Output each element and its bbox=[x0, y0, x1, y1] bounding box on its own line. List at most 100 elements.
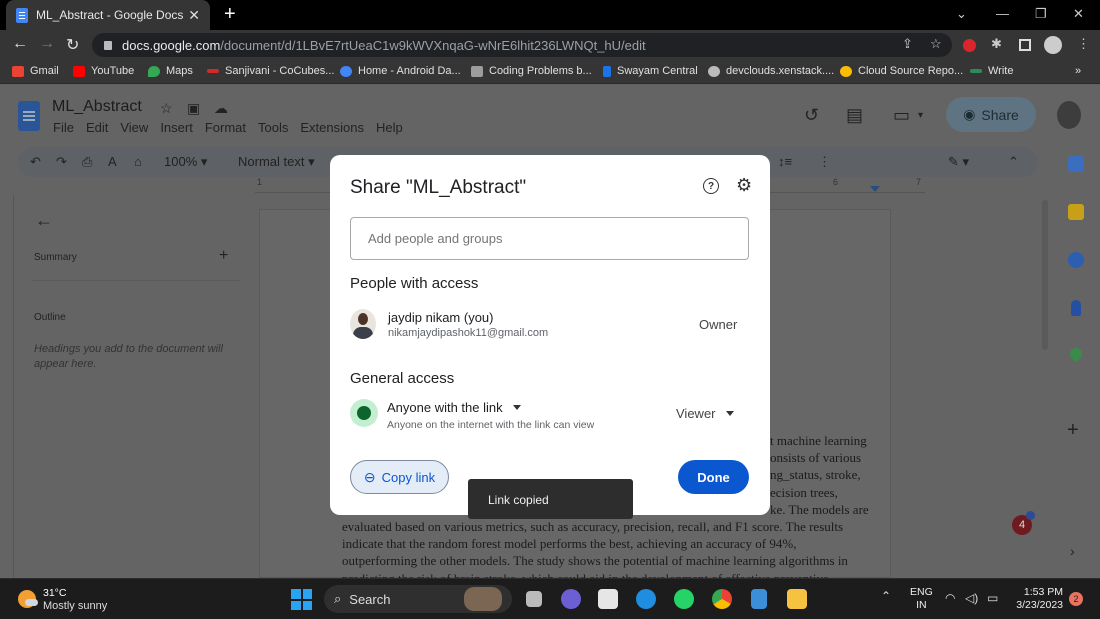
profile-avatar[interactable] bbox=[1044, 36, 1062, 54]
menu-insert[interactable]: Insert bbox=[160, 120, 193, 135]
copy-link-button[interactable]: ⊖ Copy link bbox=[350, 460, 449, 494]
comments-icon[interactable]: ▤ bbox=[846, 105, 863, 126]
move-folder-icon[interactable]: ▣ bbox=[187, 100, 200, 117]
line-spacing-icon[interactable]: ↕≡ bbox=[778, 154, 792, 169]
url-host: docs.google.com bbox=[122, 37, 221, 53]
undo-icon[interactable]: ↶ bbox=[30, 154, 41, 170]
paint-format-icon[interactable]: ⌂ bbox=[134, 154, 142, 169]
account-avatar[interactable] bbox=[1057, 101, 1081, 129]
cloud-saved-icon[interactable]: ☁ bbox=[214, 100, 228, 117]
print-icon[interactable]: ⎙ bbox=[82, 154, 92, 170]
bookmark-devclouds[interactable]: devclouds.xenstack.... bbox=[708, 65, 834, 77]
menu-help[interactable]: Help bbox=[376, 120, 403, 135]
contacts-icon[interactable] bbox=[1071, 300, 1081, 316]
notification-count-badge[interactable]: 2 bbox=[1069, 592, 1083, 606]
keep-icon[interactable] bbox=[1068, 204, 1084, 220]
bookmark-sanjivani[interactable]: Sanjivani - CoCubes... bbox=[207, 65, 334, 77]
battery-icon[interactable]: ▭ bbox=[987, 591, 998, 605]
taskbar-search[interactable]: ⌕ Search bbox=[324, 585, 512, 613]
redo-icon[interactable]: ↷ bbox=[56, 154, 67, 170]
volume-icon[interactable]: ◁) bbox=[965, 591, 978, 605]
done-button[interactable]: Done bbox=[678, 460, 749, 494]
extension-blocker-icon[interactable] bbox=[963, 39, 976, 52]
bookmark-swayam[interactable]: Swayam Central bbox=[603, 65, 698, 77]
new-tab-button[interactable]: + bbox=[224, 3, 236, 25]
task-view-icon[interactable] bbox=[526, 591, 542, 607]
temperature[interactable]: 31°C bbox=[43, 587, 66, 599]
close-outline-arrow-icon[interactable]: ← bbox=[35, 210, 53, 231]
edge-icon[interactable] bbox=[636, 589, 656, 609]
zoom-select[interactable]: 100% ▾ bbox=[164, 154, 207, 170]
editing-mode-icon[interactable]: ✎ ▾ bbox=[948, 154, 969, 170]
teams-chat-icon[interactable] bbox=[561, 589, 581, 609]
tasks-icon[interactable] bbox=[1068, 252, 1084, 268]
menu-format[interactable]: Format bbox=[205, 120, 246, 135]
add-summary-icon[interactable]: + bbox=[219, 247, 228, 265]
star-icon[interactable]: ☆ bbox=[160, 100, 173, 117]
show-hidden-icons-chevron[interactable]: ⌃ bbox=[881, 589, 891, 603]
whatsapp-icon[interactable] bbox=[674, 589, 694, 609]
share-page-icon[interactable]: ⇪ bbox=[902, 36, 913, 52]
settings-gear-icon[interactable]: ⚙ bbox=[736, 175, 752, 196]
summary-label: Summary bbox=[34, 252, 77, 263]
meet-video-icon[interactable]: ▭ bbox=[893, 105, 910, 126]
menu-file[interactable]: File bbox=[53, 120, 74, 135]
document-title[interactable]: ML_Abstract bbox=[52, 98, 142, 116]
version-history-icon[interactable]: ↺ bbox=[804, 105, 819, 126]
more-options-icon[interactable]: ⋮ bbox=[818, 154, 831, 170]
browser-menu-icon[interactable]: ⋮ bbox=[1077, 36, 1090, 52]
menu-tools[interactable]: Tools bbox=[258, 120, 288, 135]
chrome-icon[interactable] bbox=[712, 589, 732, 609]
forward-icon[interactable]: → bbox=[39, 35, 55, 53]
docs-logo-icon[interactable] bbox=[18, 101, 40, 131]
wifi-icon[interactable]: ◠ bbox=[945, 591, 955, 605]
share-button[interactable]: ◉ Share bbox=[946, 97, 1036, 132]
file-explorer-icon[interactable] bbox=[787, 589, 807, 609]
microsoft-store-icon[interactable] bbox=[598, 589, 618, 609]
weather-condition[interactable]: Mostly sunny bbox=[43, 600, 107, 612]
bookmark-star-icon[interactable]: ☆ bbox=[930, 36, 942, 52]
bookmark-android[interactable]: Home - Android Da... bbox=[340, 65, 461, 77]
menu-edit[interactable]: Edit bbox=[86, 120, 108, 135]
show-side-panel-icon[interactable]: › bbox=[1070, 543, 1075, 559]
bookmark-youtube[interactable]: YouTube bbox=[73, 65, 134, 77]
language-indicator[interactable]: ENG IN bbox=[910, 586, 933, 612]
access-level-dropdown[interactable]: Anyone with the link bbox=[387, 400, 521, 415]
close-tab-icon[interactable]: ✕ bbox=[188, 7, 200, 24]
get-addons-icon[interactable]: + bbox=[1067, 419, 1079, 442]
browser-tab[interactable]: ML_Abstract - Google Docs ✕ bbox=[6, 0, 210, 30]
side-panel-icon[interactable] bbox=[1019, 39, 1031, 51]
reload-icon[interactable]: ↻ bbox=[66, 35, 79, 55]
back-icon[interactable]: ← bbox=[12, 35, 28, 53]
meet-dropdown-icon[interactable]: ▾ bbox=[918, 110, 923, 121]
notepad-icon[interactable] bbox=[751, 589, 767, 609]
menu-view[interactable]: View bbox=[120, 120, 148, 135]
bookmark-write[interactable]: Write bbox=[970, 65, 1013, 77]
clock[interactable]: 1:53 PM 3/23/2023 bbox=[1013, 586, 1063, 612]
collapse-toolbar-icon[interactable]: ⌃ bbox=[1008, 154, 1019, 170]
bookmarks-overflow-button[interactable]: » bbox=[1075, 65, 1081, 77]
tab-search-chevron-icon[interactable]: ⌄ bbox=[956, 6, 967, 22]
vertical-scrollbar[interactable] bbox=[1042, 200, 1048, 350]
extensions-puzzle-icon[interactable]: ✱ bbox=[991, 36, 1002, 52]
bookmark-maps[interactable]: Maps bbox=[148, 65, 193, 77]
maps-icon[interactable] bbox=[1067, 345, 1085, 363]
windows-start-icon[interactable] bbox=[291, 589, 312, 610]
help-icon[interactable]: ? bbox=[703, 178, 719, 194]
permission-role-dropdown[interactable]: Viewer bbox=[676, 406, 734, 421]
calendar-icon[interactable] bbox=[1068, 156, 1084, 172]
url-field[interactable]: docs.google.com/document/d/1LBvE7rtUeaC1… bbox=[92, 33, 952, 57]
style-select[interactable]: Normal text ▾ bbox=[238, 154, 315, 170]
bookmark-gmail[interactable]: Gmail bbox=[12, 65, 59, 77]
minimize-icon[interactable]: — bbox=[996, 6, 1009, 21]
weather-sun-cloud-icon[interactable] bbox=[18, 590, 38, 608]
restore-icon[interactable]: ❐ bbox=[1035, 6, 1047, 22]
bookmark-cloud-source[interactable]: Cloud Source Repo... bbox=[840, 65, 963, 77]
menu-extensions[interactable]: Extensions bbox=[300, 120, 364, 135]
bookmark-coding-problems[interactable]: Coding Problems b... bbox=[471, 65, 592, 77]
globe-icon: ◉ bbox=[963, 106, 976, 122]
add-people-input[interactable] bbox=[350, 217, 749, 260]
spellcheck-icon[interactable]: A bbox=[108, 154, 117, 169]
close-window-icon[interactable]: ✕ bbox=[1073, 6, 1084, 22]
right-indent-marker[interactable] bbox=[870, 186, 880, 192]
